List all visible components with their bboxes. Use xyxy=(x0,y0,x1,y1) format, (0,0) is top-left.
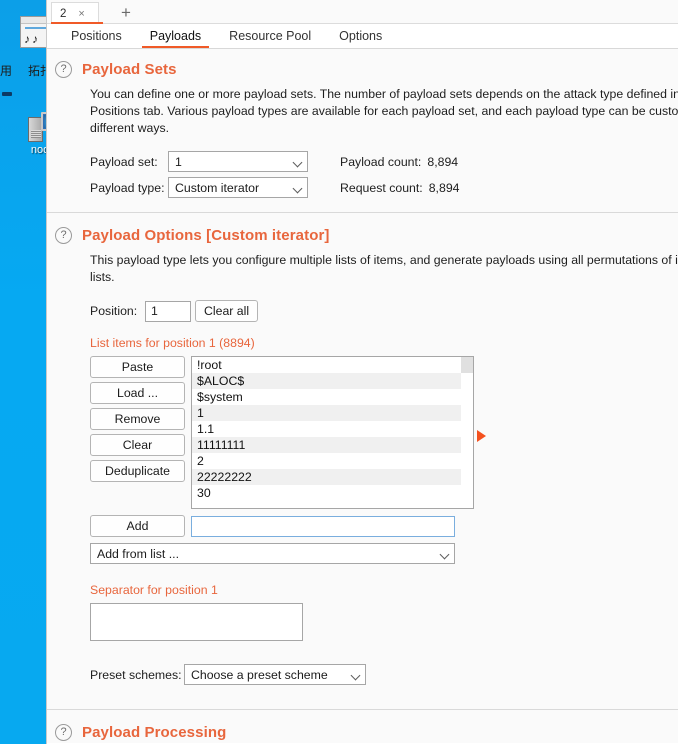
remove-button[interactable]: Remove xyxy=(90,408,185,430)
help-icon[interactable]: ? xyxy=(55,227,72,244)
section-payload-sets: ? Payload Sets You can define one or mor… xyxy=(47,49,678,213)
payload-options-title: Payload Options [Custom iterator] xyxy=(82,227,330,244)
new-tab-plus-icon[interactable]: + xyxy=(115,2,137,24)
list-scrollbar[interactable] xyxy=(461,357,473,508)
paste-button[interactable]: Paste xyxy=(90,356,185,378)
load-button[interactable]: Load ... xyxy=(90,382,185,404)
payload-set-select-wrap: 1 xyxy=(168,151,308,172)
list-item[interactable]: 22222222 xyxy=(192,469,473,485)
tab-payloads[interactable]: Payloads xyxy=(136,24,215,48)
tab-options-label: Options xyxy=(339,29,383,43)
payload-processing-title: Payload Processing xyxy=(82,724,227,741)
tab-payloads-label: Payloads xyxy=(149,29,202,43)
payload-sets-title: Payload Sets xyxy=(82,61,177,78)
payload-set-select[interactable]: 1 xyxy=(168,151,308,172)
payload-options-description: This payload type lets you configure mul… xyxy=(90,253,678,284)
payloads-panel: ? Payload Sets You can define one or mor… xyxy=(47,49,678,743)
tab-options[interactable]: Options xyxy=(325,24,396,48)
request-count-value: 8,894 xyxy=(428,180,460,195)
list-item[interactable]: !root xyxy=(192,357,473,373)
separator-heading: Separator for position 1 xyxy=(90,583,218,597)
list-item[interactable]: 11111111 xyxy=(192,437,473,453)
list-action-buttons: Paste Load ... Remove Clear Deduplicate xyxy=(90,356,185,509)
payload-sets-description: You can define one or more payload sets.… xyxy=(90,87,678,135)
position-label: Position: xyxy=(90,304,138,318)
payload-count-value: 8,894 xyxy=(427,154,459,169)
close-icon[interactable]: × xyxy=(78,8,84,20)
attack-tab-label: 2 xyxy=(60,7,67,20)
intruder-nav-tabs: Positions Payloads Resource Pool Options xyxy=(47,24,678,49)
orange-pointer-marker xyxy=(477,430,486,442)
payload-options-header: ? Payload Options [Custom iterator] xyxy=(47,213,678,244)
separator-input[interactable] xyxy=(90,603,303,641)
list-item[interactable]: 1.1 xyxy=(192,421,473,437)
list-item[interactable]: 1 xyxy=(192,405,473,421)
desktop-dots-marker xyxy=(2,92,12,96)
burp-intruder-window: 2 × + Positions Payloads Resource Pool O… xyxy=(46,0,678,744)
preset-schemes-label: Preset schemes: xyxy=(90,667,182,682)
section-payload-processing: ? Payload Processing You can define rule… xyxy=(47,710,678,743)
desktop-label-partial-left: 用 xyxy=(0,64,13,78)
add-button[interactable]: Add xyxy=(90,515,185,537)
payload-set-row: Payload set: 1 Payload count: 8,894 xyxy=(90,151,678,172)
clear-button[interactable]: Clear xyxy=(90,434,185,456)
payload-list-box[interactable]: !root $ALOC$ $system 1 1.1 11111111 2 22… xyxy=(191,356,474,509)
position-input[interactable] xyxy=(145,300,191,322)
section-payload-options: ? Payload Options [Custom iterator] This… xyxy=(47,213,678,710)
add-from-list-select[interactable]: Add from list ... xyxy=(90,543,455,564)
help-icon[interactable]: ? xyxy=(55,724,72,741)
tab-positions-label: Positions xyxy=(71,29,122,43)
payload-type-row: Payload type: Custom iterator Request co… xyxy=(90,177,678,198)
list-item[interactable]: $ALOC$ xyxy=(192,373,473,389)
list-item[interactable]: 30 xyxy=(192,485,473,501)
tab-resource-pool[interactable]: Resource Pool xyxy=(215,24,325,48)
add-from-list-wrap: Add from list ... xyxy=(90,543,455,564)
list-item[interactable]: $system xyxy=(192,389,473,405)
tab-resource-pool-label: Resource Pool xyxy=(229,29,312,43)
preset-schemes-row: Preset schemes: Choose a preset scheme xyxy=(90,664,678,685)
preset-schemes-select[interactable]: Choose a preset scheme xyxy=(184,664,366,685)
clear-all-button[interactable]: Clear all xyxy=(195,300,259,322)
add-from-list-row: Add from list ... xyxy=(90,543,678,564)
tab-positions[interactable]: Positions xyxy=(57,24,136,48)
request-count-label: Request count: xyxy=(340,180,423,195)
attack-tab-2[interactable]: 2 × xyxy=(51,2,99,24)
payload-count-label: Payload count: xyxy=(340,154,422,169)
payload-type-select[interactable]: Custom iterator xyxy=(168,177,308,198)
payload-set-label: Payload set: xyxy=(90,154,158,169)
attack-tabstrip: 2 × + xyxy=(47,0,678,24)
list-items-area: Paste Load ... Remove Clear Deduplicate … xyxy=(90,356,678,509)
list-item[interactable]: 2 xyxy=(192,453,473,469)
add-item-input[interactable] xyxy=(191,515,455,537)
list-scrollbar-thumb[interactable] xyxy=(461,357,473,373)
payload-type-select-wrap: Custom iterator xyxy=(168,177,308,198)
preset-schemes-wrap: Choose a preset scheme xyxy=(184,664,366,685)
help-icon[interactable]: ? xyxy=(55,61,72,78)
payload-type-label: Payload type: xyxy=(90,180,165,195)
payload-processing-header: ? Payload Processing xyxy=(47,710,678,741)
position-row: Position: Clear all xyxy=(90,300,678,322)
add-item-row: Add xyxy=(90,515,678,537)
list-items-heading: List items for position 1 (8894) xyxy=(90,336,255,350)
payload-sets-header: ? Payload Sets xyxy=(47,49,678,78)
deduplicate-button[interactable]: Deduplicate xyxy=(90,460,185,482)
